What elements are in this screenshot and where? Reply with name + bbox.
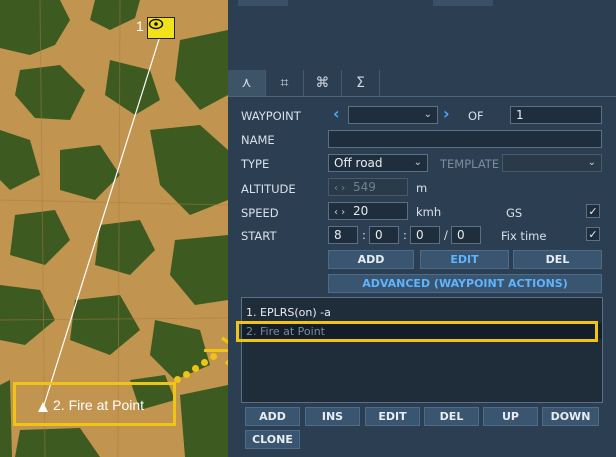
route-icon: ⋏ [241,75,252,91]
connector-dot [192,365,199,372]
speed-input[interactable]: ‹ › 20 [328,202,408,220]
fix-time-checkbox[interactable]: ✓ [586,227,600,241]
start-label: START [241,229,277,243]
edit-waypoint-button[interactable]: EDIT [420,250,509,269]
tab-bar: ⋏ ⌗ ⌘ Σ [228,70,616,97]
time-separator: : [362,228,366,242]
chevron-down-icon: ⌄ [413,157,422,168]
fix-time-label: Fix time [501,229,547,243]
start-hours-field[interactable]: 8 [328,226,358,244]
add-action-button[interactable]: ADD [245,407,300,426]
altitude-unit: m [416,181,428,195]
waypoint-label: WAYPOINT [241,109,301,123]
clone-action-button[interactable]: CLONE [245,430,300,449]
waypoint-select[interactable]: ⌄ [348,106,438,124]
tab-actions[interactable]: ⌘ [304,70,342,96]
altitude-label: ALTITUDE [241,182,296,196]
sigma-icon: Σ [356,75,365,91]
next-waypoint-icon[interactable]: › [443,104,450,123]
waypoint-total-field[interactable]: 1 [510,106,602,124]
waypoint-1-marker[interactable] [147,17,175,39]
chevron-down-icon: ⌄ [587,157,596,168]
stepper-icon: ‹ › [334,207,346,218]
tab-triggers[interactable]: ⌗ [266,70,304,96]
edit-action-button[interactable]: EDIT [365,407,420,426]
unit-symbol-icon [148,18,164,30]
connector-dot [183,371,190,378]
waypoint-2-triangle-icon[interactable] [37,401,49,413]
type-label: TYPE [241,157,270,171]
day-separator: / [444,228,448,242]
waypoint-1-number: 1 [136,18,144,34]
top-panel-edge [238,0,288,6]
move-down-button[interactable]: DOWN [542,407,599,426]
gs-label: GS [506,206,523,220]
insert-action-button[interactable]: INS [305,407,360,426]
map-view[interactable]: 1 2. Fire at Point [0,0,228,457]
connector-dot [174,376,181,383]
gs-checkbox[interactable]: ✓ [586,204,600,218]
type-select[interactable]: Off road ⌄ [328,154,428,172]
add-waypoint-button[interactable]: ADD [328,250,414,269]
move-up-button[interactable]: UP [483,407,538,426]
template-label: TEMPLATE [440,157,500,171]
template-select[interactable]: ⌄ [502,154,602,172]
speed-unit: kmh [416,205,442,219]
start-day-field[interactable]: 0 [451,226,481,244]
list-item[interactable]: 1. EPLRS(on) -a [246,306,331,319]
stepper-icon: ‹ › [334,183,346,194]
start-seconds-field[interactable]: 0 [410,226,440,244]
chevron-down-icon: ⌄ [423,109,432,120]
tab-summary[interactable]: Σ [342,70,380,96]
name-label: NAME [241,133,275,147]
connector-dot [210,353,217,360]
delete-action-button[interactable]: DEL [424,407,479,426]
waypoint-panel: ⋏ ⌗ ⌘ Σ WAYPOINT ‹ ⌄ › OF 1 NAME TYPE Of… [228,0,616,457]
waypoint-actions-list[interactable]: 1. EPLRS(on) -a 2. Fire at Point [241,297,603,403]
name-input[interactable] [328,130,602,148]
delete-waypoint-button[interactable]: DEL [513,250,602,269]
altitude-input[interactable]: ‹ › 549 [328,178,408,196]
start-minutes-field[interactable]: 0 [369,226,399,244]
prev-waypoint-icon[interactable]: ‹ [333,104,340,123]
waypoint-2-label: 2. Fire at Point [53,397,145,413]
time-separator: : [403,228,407,242]
of-label: OF [468,109,484,123]
top-panel-edge [433,0,493,6]
target-icon: ⌗ [280,75,289,91]
speed-label: SPEED [241,206,279,220]
advanced-waypoint-actions-button[interactable]: ADVANCED (WAYPOINT ACTIONS) [328,274,602,293]
selected-action-highlight [236,321,598,342]
connector-dot [201,359,208,366]
command-icon: ⌘ [315,75,330,91]
tab-route[interactable]: ⋏ [228,70,266,96]
